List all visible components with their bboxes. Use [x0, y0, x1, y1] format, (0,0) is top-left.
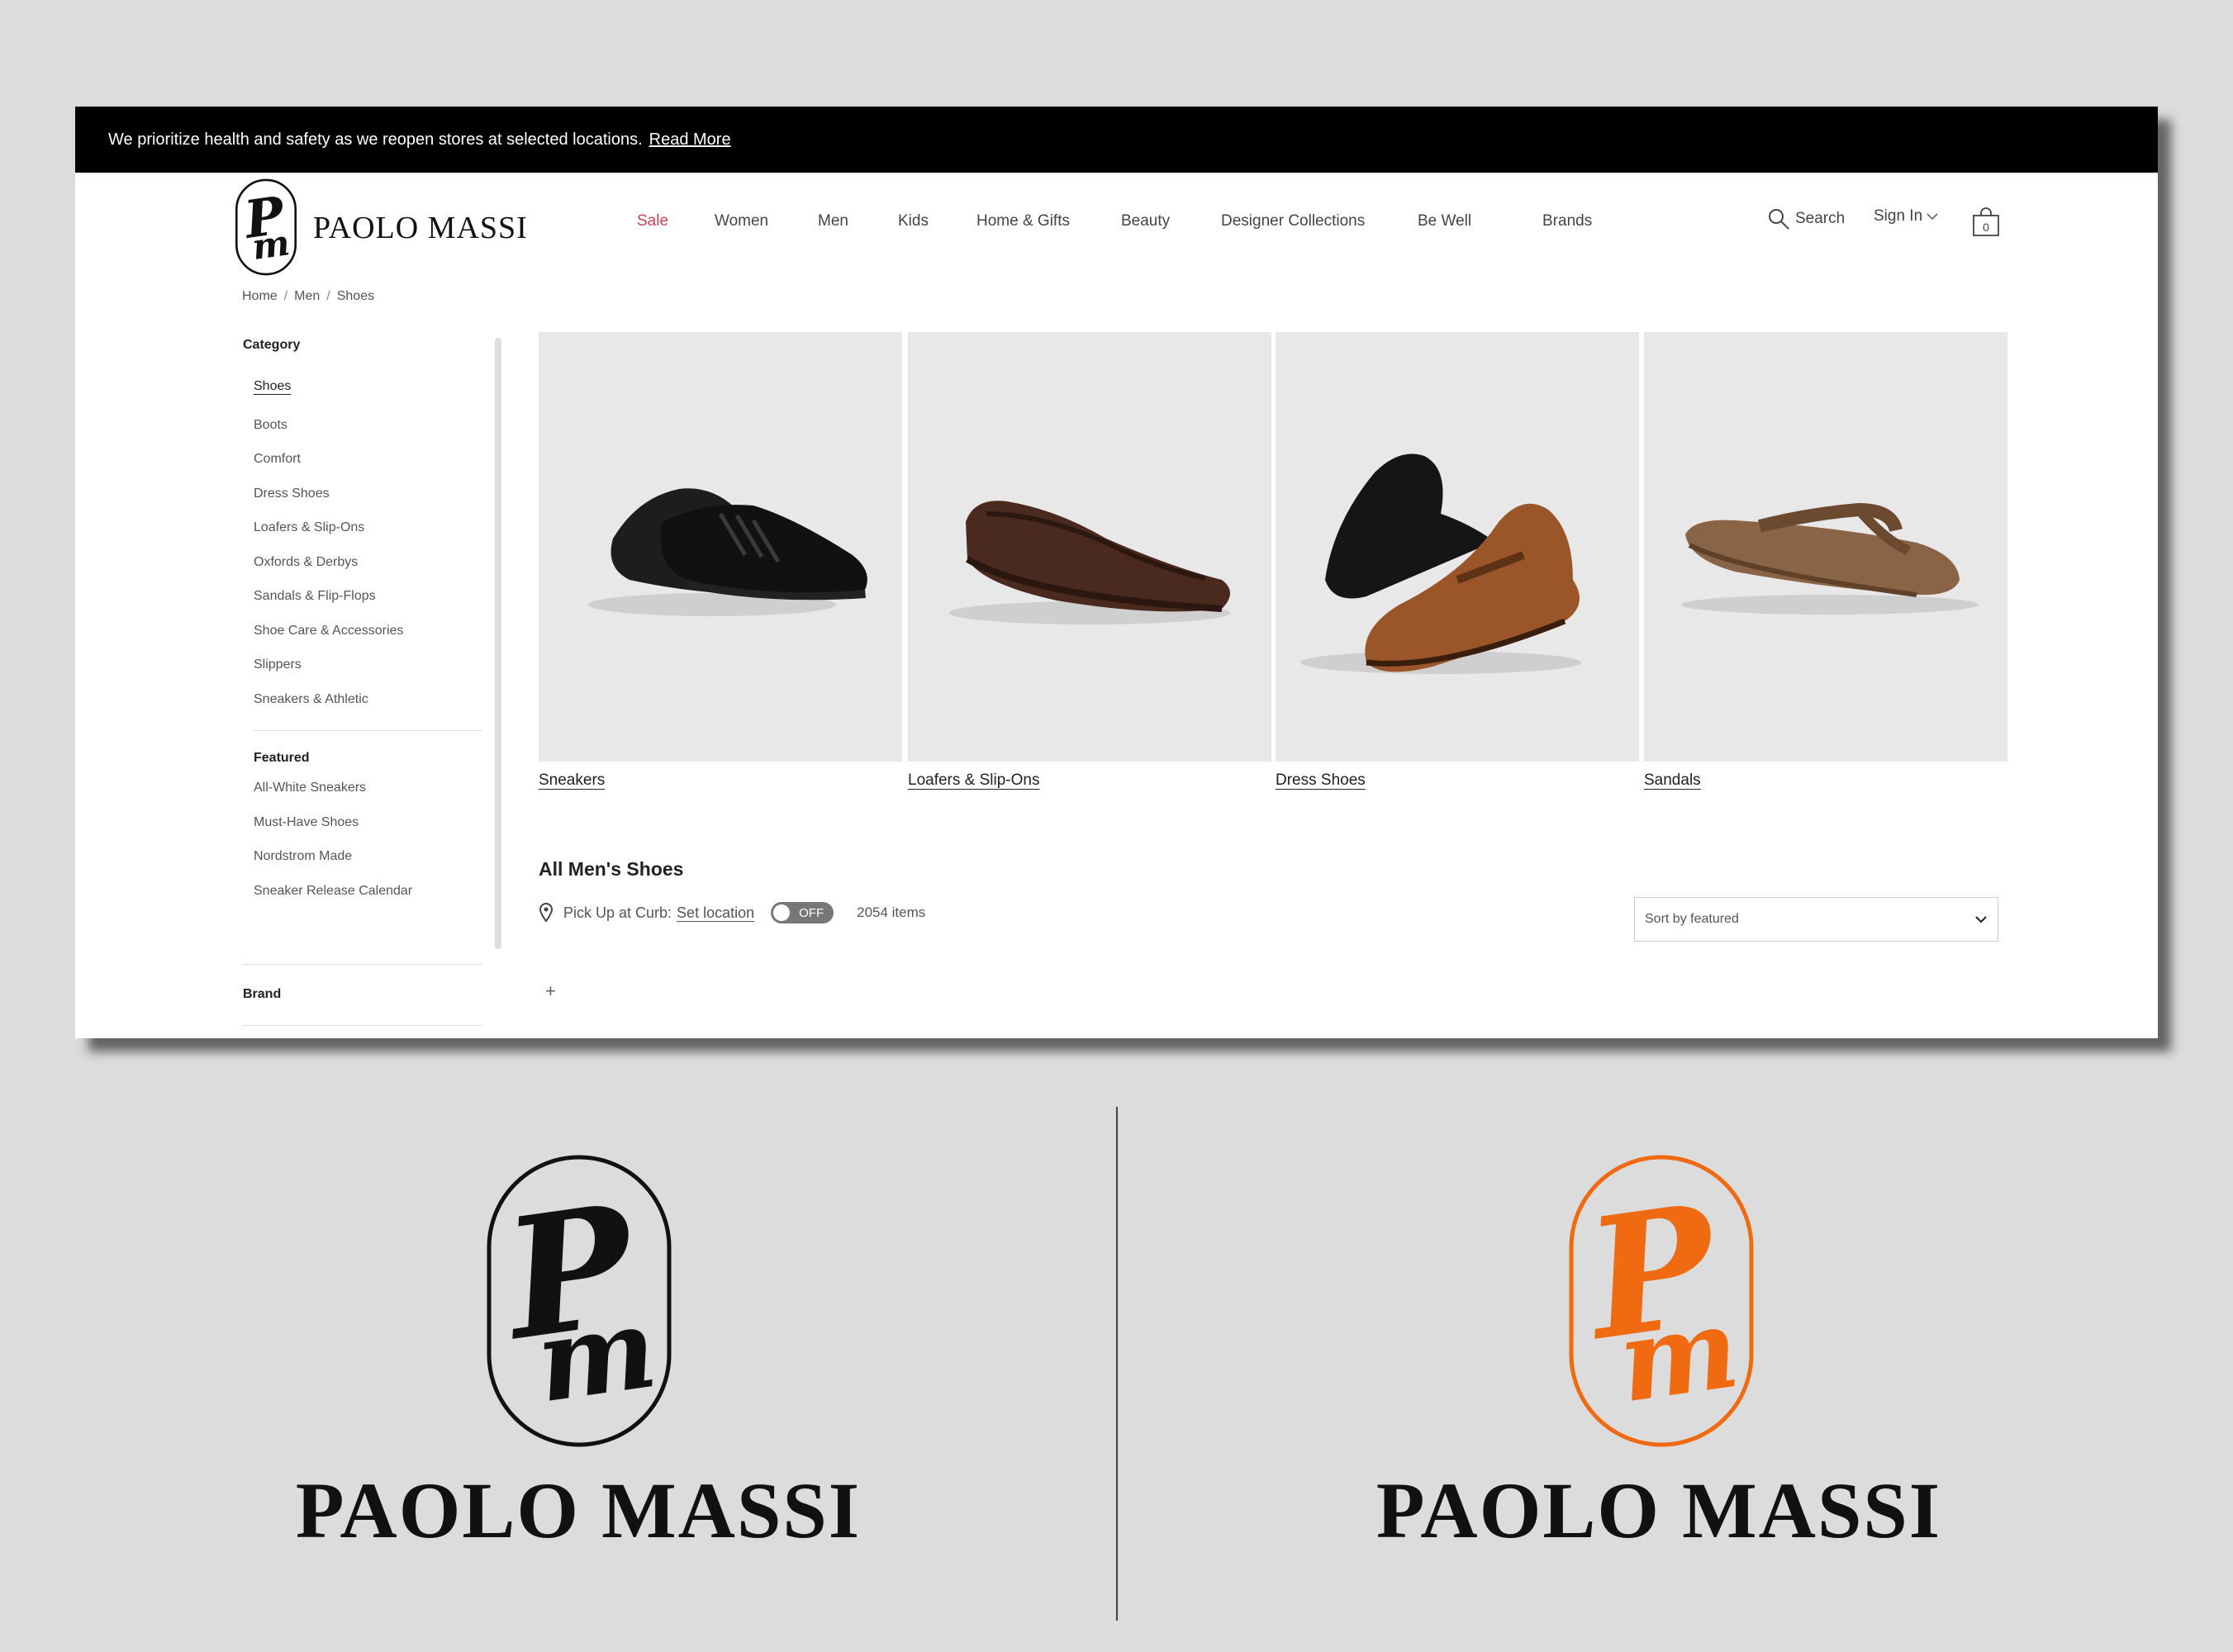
announcement-banner: We prioritize health and safety as we re… — [75, 107, 2158, 173]
category-item-slippers[interactable]: Slippers — [254, 657, 302, 672]
category-item-boots[interactable]: Boots — [254, 418, 287, 433]
featured-item-nordstrom-made[interactable]: Nordstrom Made — [254, 849, 352, 864]
sandal-image — [1681, 502, 1979, 615]
monogram-logo-black-icon: P m — [487, 1155, 672, 1447]
category-item-shoes[interactable]: Shoes — [254, 379, 291, 394]
toggle-knob — [773, 904, 791, 921]
banner-message: We prioritize health and safety as we re… — [108, 130, 643, 149]
sneaker-image — [588, 488, 867, 616]
item-count: 2054 items — [857, 904, 926, 920]
tile-label-sneakers[interactable]: Sneakers — [539, 771, 605, 790]
toggle-state: OFF — [799, 905, 824, 920]
category-item-comfort[interactable]: Comfort — [254, 452, 301, 467]
breadcrumb-home[interactable]: Home — [242, 289, 278, 304]
shopping-bag-button[interactable]: 0 — [1972, 207, 2000, 237]
category-item-oxfords[interactable]: Oxfords & Derbys — [254, 555, 358, 570]
set-location-link[interactable]: Set location — [677, 904, 754, 922]
sort-select[interactable]: Sort by featured — [1634, 897, 1998, 942]
category-item-sandals[interactable]: Sandals & Flip-Flops — [254, 589, 376, 604]
category-item-shoe-care[interactable]: Shoe Care & Accessories — [254, 624, 403, 638]
filter-sidebar: Category − Shoes Boots Comfort Dress Sho… — [243, 330, 561, 1026]
bag-count: 0 — [1983, 221, 1989, 234]
breadcrumb-men[interactable]: Men — [294, 289, 320, 304]
sign-in-label: Sign In — [1874, 207, 1923, 225]
tile-sneakers[interactable] — [539, 332, 902, 762]
monogram-logo-orange-icon: P m — [1569, 1155, 1754, 1447]
logo-divider — [1116, 1107, 1118, 1621]
brand-name-orange-variant: PAOLO MASSI — [1375, 1466, 1942, 1555]
svg-text:m: m — [529, 1281, 664, 1427]
tile-loafers[interactable] — [908, 332, 1271, 762]
tile-sandals[interactable] — [1644, 332, 2007, 762]
featured-title: Featured — [254, 751, 310, 765]
read-more-link[interactable]: Read More — [649, 131, 731, 150]
search-button[interactable]: Search — [1767, 207, 1845, 230]
featured-item-all-white[interactable]: All-White Sneakers — [254, 781, 366, 795]
category-item-sneakers[interactable]: Sneakers & Athletic — [254, 692, 368, 707]
sidebar-scrollbar[interactable] — [495, 338, 501, 949]
divider — [254, 730, 482, 731]
listing-title: All Men's Shoes — [539, 858, 684, 880]
website-mockup: We prioritize health and safety as we re… — [75, 107, 2158, 1038]
search-label: Search — [1795, 210, 1846, 227]
dress-shoe-image — [1300, 453, 1581, 674]
category-item-dress-shoes[interactable]: Dress Shoes — [254, 487, 330, 501]
shopping-bag-icon: 0 — [1973, 207, 1999, 236]
tile-label-dress-shoes[interactable]: Dress Shoes — [1276, 771, 1366, 790]
brand-facet-title[interactable]: Brand — [243, 987, 281, 1002]
divider — [243, 1025, 482, 1026]
sort-value: Sort by featured — [1645, 912, 1739, 926]
loafer-image — [949, 501, 1230, 624]
search-icon — [1769, 209, 1789, 230]
breadcrumb: Home / Men / Shoes — [242, 289, 375, 304]
tile-label-loafers[interactable]: Loafers & Slip-Ons — [908, 771, 1039, 790]
svg-text:m: m — [1611, 1281, 1746, 1427]
chevron-down-icon — [1927, 213, 1938, 221]
tile-dress-shoes[interactable] — [1276, 332, 1639, 762]
featured-item-must-have[interactable]: Must-Have Shoes — [254, 815, 359, 830]
featured-item-release-calendar[interactable]: Sneaker Release Calendar — [254, 884, 412, 899]
chevron-down-icon — [1975, 916, 1987, 923]
tile-label-sandals[interactable]: Sandals — [1644, 771, 1701, 790]
utility-navigation: Search Sign In 0 — [75, 207, 2158, 240]
breadcrumb-shoes[interactable]: Shoes — [337, 289, 374, 304]
pickup-row: Pick Up at Curb: Set location OFF 2054 i… — [539, 900, 925, 926]
location-pin-icon — [539, 903, 553, 923]
pickup-label: Pick Up at Curb: — [563, 904, 672, 921]
divider — [243, 964, 482, 965]
sign-in-menu[interactable]: Sign In — [1874, 207, 1939, 225]
expand-icon[interactable]: + — [545, 980, 556, 1002]
category-facet-title[interactable]: Category — [243, 338, 300, 353]
category-item-loafers[interactable]: Loafers & Slip-Ons — [254, 520, 364, 535]
brand-name-black: PAOLO MASSI — [295, 1466, 862, 1555]
curbside-toggle[interactable]: OFF — [771, 902, 834, 923]
